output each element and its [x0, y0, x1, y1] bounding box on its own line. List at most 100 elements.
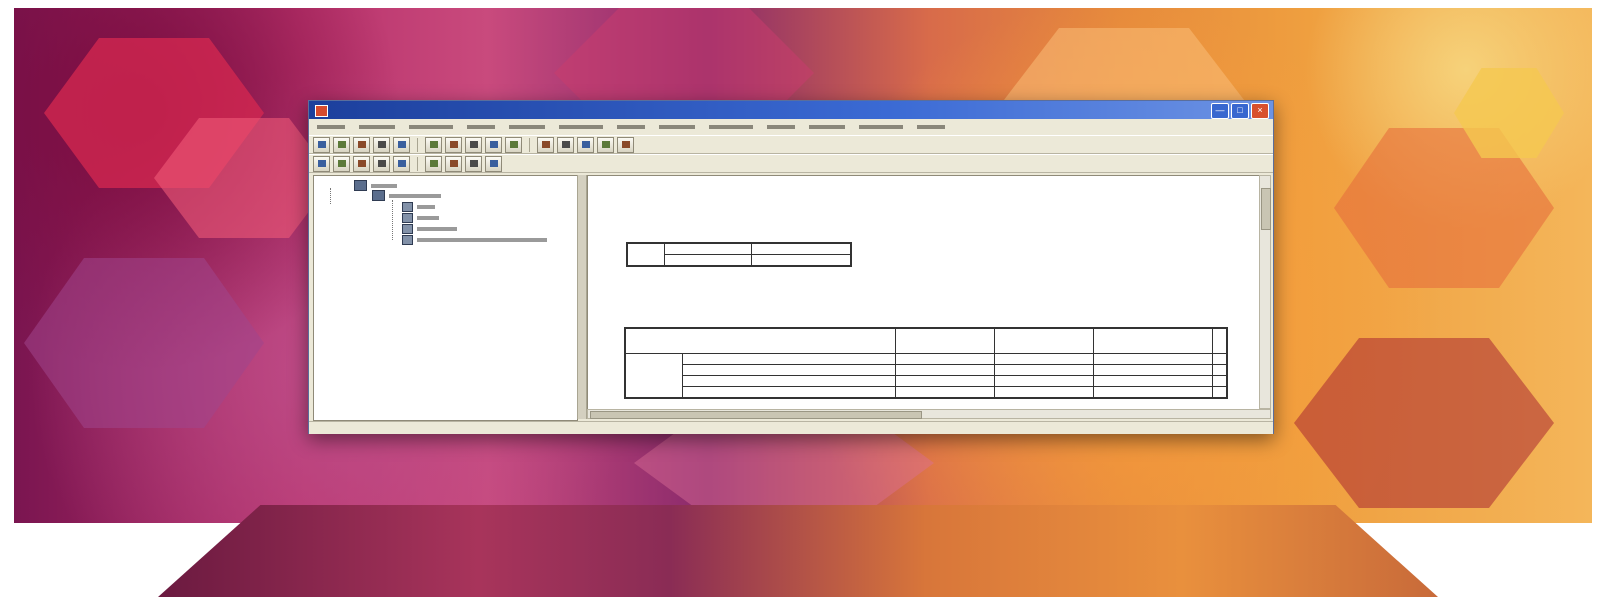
scroll-thumb[interactable]	[1261, 188, 1271, 230]
table-cell	[664, 254, 752, 267]
toolbar-separator	[417, 137, 418, 152]
hide-button[interactable]	[425, 155, 442, 172]
window-controls: — □ ×	[1211, 103, 1269, 119]
table-cell	[1092, 375, 1213, 387]
table-cell	[894, 353, 995, 365]
maximize-button[interactable]: □	[1231, 103, 1249, 119]
table-cell	[1092, 386, 1213, 399]
outline-toolbar	[309, 154, 1273, 173]
menu-item[interactable]	[917, 125, 945, 129]
table-row	[625, 386, 1228, 399]
forward-icon	[337, 160, 346, 167]
close-icon: ×	[1257, 105, 1263, 115]
back-button[interactable]	[313, 155, 330, 172]
table-cell	[751, 254, 852, 267]
table-row	[625, 364, 1228, 376]
value-labels-button[interactable]	[597, 136, 614, 153]
tree-node-statistics[interactable]	[402, 213, 439, 223]
pane-splitter[interactable]	[577, 175, 587, 419]
redo-button[interactable]	[425, 136, 442, 153]
menu-item[interactable]	[859, 125, 903, 129]
menu-item[interactable]	[509, 125, 545, 129]
goto-button[interactable]	[445, 136, 462, 153]
use-sets-button[interactable]	[617, 136, 634, 153]
find-icon	[509, 141, 518, 148]
output-viewer	[587, 175, 1261, 411]
table-header-cell	[1092, 327, 1213, 354]
table-cell	[993, 353, 1094, 365]
open-button[interactable]	[313, 136, 330, 153]
show-all-icon	[581, 141, 590, 148]
menu-item[interactable]	[617, 125, 645, 129]
table-cell	[1211, 364, 1228, 376]
variables-icon	[469, 141, 478, 148]
horizontal-scrollbar[interactable]	[587, 409, 1271, 419]
tree-node-note[interactable]	[402, 235, 547, 245]
menu-item[interactable]	[317, 125, 345, 129]
menu-item[interactable]	[359, 125, 395, 129]
collapse-icon	[377, 160, 386, 167]
insert-heading-icon	[449, 160, 458, 167]
table-cell	[664, 242, 752, 255]
tree-node-frequency-table[interactable]	[402, 224, 457, 234]
insert-title-button[interactable]	[465, 155, 482, 172]
toolbar-separator	[417, 156, 418, 171]
close-button[interactable]: ×	[1251, 103, 1269, 119]
table-cell	[682, 386, 896, 399]
print-icon	[357, 141, 366, 148]
menu-item[interactable]	[467, 125, 495, 129]
menu-item[interactable]	[659, 125, 695, 129]
outline-navigator	[313, 175, 578, 421]
expand-button[interactable]	[353, 155, 370, 172]
tree-node-title[interactable]	[402, 202, 435, 212]
chart-button[interactable]	[485, 136, 502, 153]
variables-button[interactable]	[465, 136, 482, 153]
reflection-floor	[158, 505, 1438, 597]
table-header-cell	[624, 327, 896, 354]
select-button[interactable]	[557, 136, 574, 153]
insert-heading-button[interactable]	[445, 155, 462, 172]
tree-node-label	[417, 205, 435, 209]
menu-item[interactable]	[709, 125, 753, 129]
insert-text-button[interactable]	[485, 155, 502, 172]
export-button[interactable]	[373, 136, 390, 153]
insert-title-icon	[469, 160, 478, 167]
insert-icon	[541, 141, 550, 148]
maximize-icon: □	[1237, 105, 1243, 115]
table-header-cell	[993, 327, 1094, 354]
table-cell	[894, 375, 995, 387]
save-button[interactable]	[333, 136, 350, 153]
find-button[interactable]	[505, 136, 522, 153]
table-cell	[1092, 364, 1213, 376]
title-bar: — □ ×	[309, 101, 1273, 119]
back-icon	[317, 160, 326, 167]
collapse-button[interactable]	[373, 155, 390, 172]
scroll-thumb[interactable]	[590, 411, 922, 419]
open-icon	[317, 141, 326, 148]
insert-button[interactable]	[537, 136, 554, 153]
menu-item[interactable]	[559, 125, 603, 129]
undo-button[interactable]	[393, 136, 410, 153]
menu-item[interactable]	[767, 125, 795, 129]
show-icon	[397, 160, 406, 167]
tree-connector	[330, 188, 331, 204]
show-all-button[interactable]	[577, 136, 594, 153]
forward-button[interactable]	[333, 155, 350, 172]
minimize-button[interactable]: —	[1211, 103, 1229, 119]
hide-icon	[429, 160, 438, 167]
hexagon-shape	[24, 258, 264, 428]
print-button[interactable]	[353, 136, 370, 153]
table-cell	[624, 353, 683, 399]
vertical-scrollbar[interactable]	[1259, 175, 1271, 409]
undo-icon	[397, 141, 406, 148]
tree-node-label	[417, 216, 439, 220]
save-icon	[337, 141, 346, 148]
menu-item[interactable]	[409, 125, 453, 129]
tree-node-label	[389, 193, 441, 198]
table-cell	[682, 353, 896, 365]
table-cell	[1211, 375, 1228, 387]
menu-item[interactable]	[809, 125, 845, 129]
tree-node-frequencies[interactable]	[372, 190, 441, 201]
chart-icon	[489, 141, 498, 148]
show-button[interactable]	[393, 155, 410, 172]
